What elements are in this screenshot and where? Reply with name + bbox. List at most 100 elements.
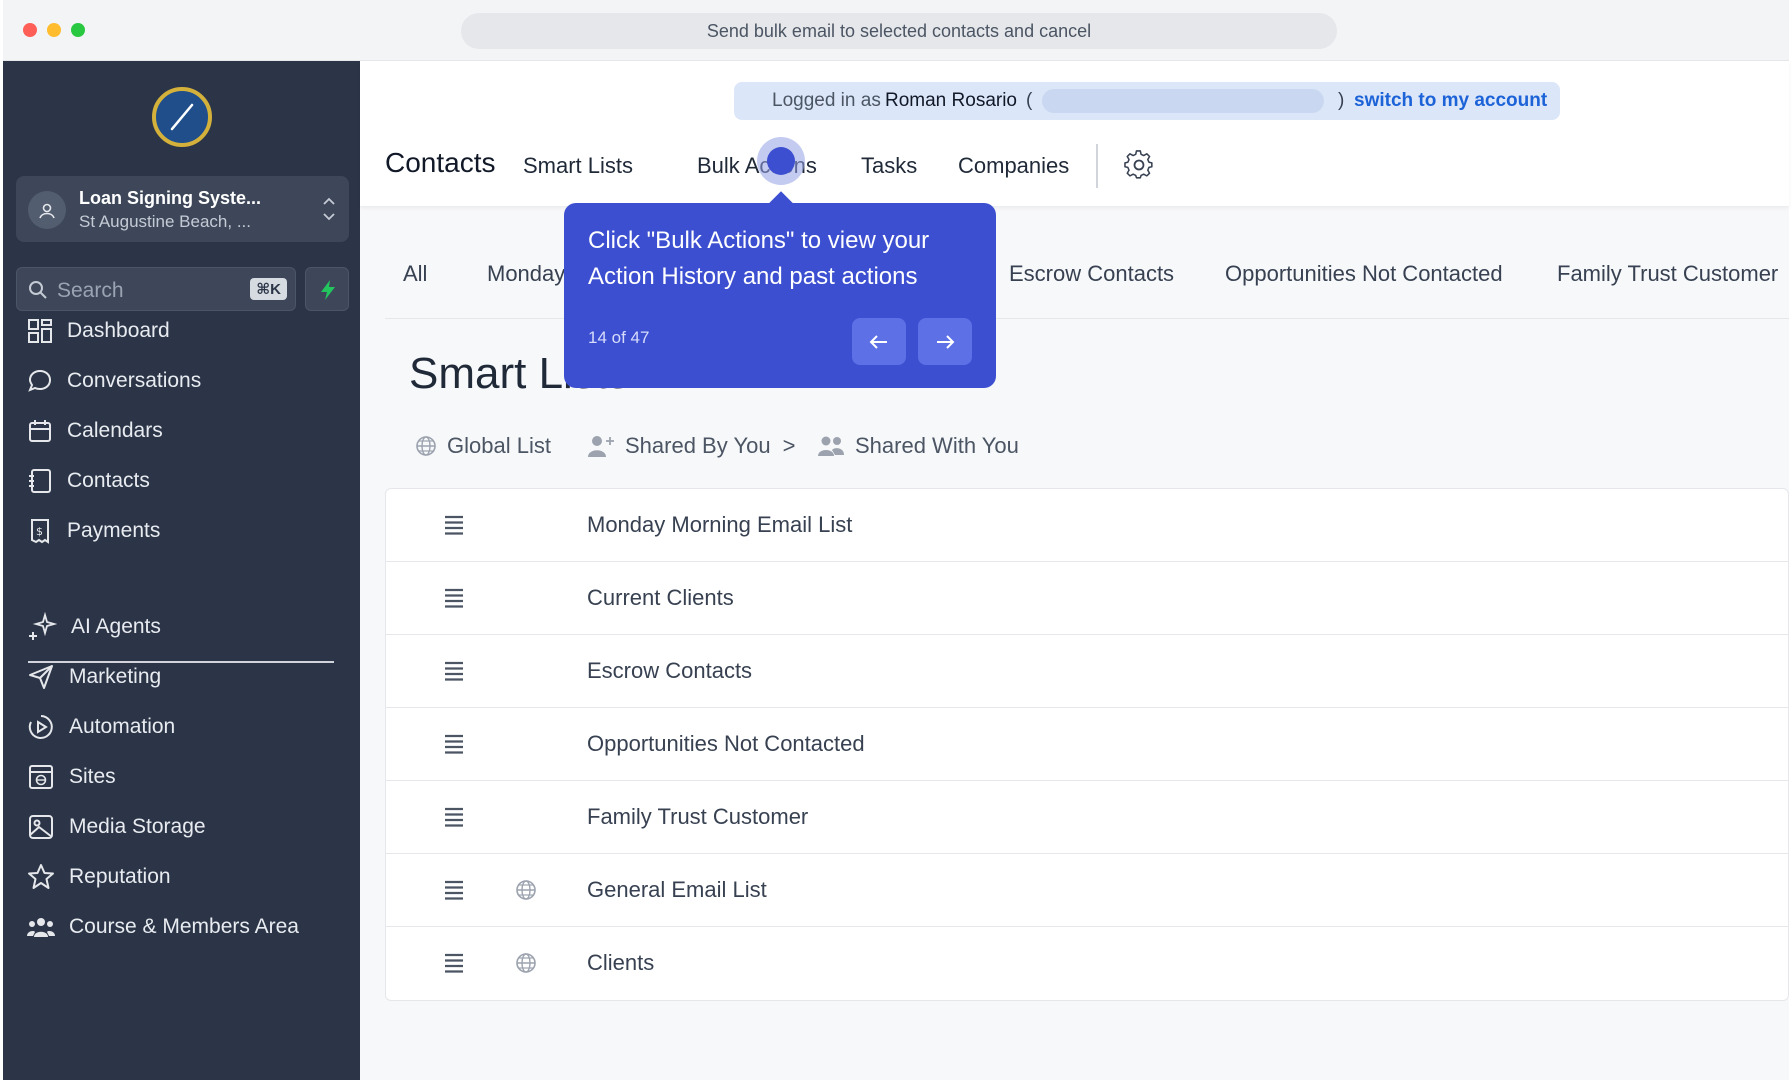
tooltip-prev-button[interactable] — [852, 318, 906, 365]
paper-plane-icon — [29, 665, 53, 689]
sidebar-item-label: Course & Members Area — [69, 915, 299, 938]
dashboard-icon — [28, 319, 52, 343]
filter-global-list[interactable]: Global List — [415, 431, 551, 461]
list-menu-icon[interactable] — [443, 806, 465, 828]
sidebar-item-label: Calendars — [67, 419, 163, 442]
star-icon — [28, 864, 54, 889]
impersonation-banner: Logged in as Roman Rosario ( ) switch to… — [734, 82, 1560, 120]
sidebar-item-media-storage[interactable]: Media Storage — [27, 807, 347, 847]
header-divider — [1096, 144, 1098, 188]
play-circle-icon — [28, 715, 53, 739]
location-pin-icon — [39, 203, 55, 219]
tooltip-next-button[interactable] — [918, 318, 972, 365]
contacts-book-icon — [29, 469, 51, 493]
sidebar-item-label: Dashboard — [67, 319, 170, 342]
table-row[interactable]: Opportunities Not Contacted — [386, 708, 1788, 781]
sidebar-item-label: Sites — [69, 765, 116, 788]
filter-label: Global List — [447, 433, 551, 458]
filter-shared-with-you[interactable]: Shared With You — [817, 431, 1019, 461]
sidebar-item-label: Media Storage — [69, 815, 206, 838]
tab-tasks[interactable]: Tasks — [861, 153, 917, 179]
tab-companies[interactable]: Companies — [958, 153, 1069, 179]
list-tab-family-trust-customer[interactable]: Family Trust Customer — [1557, 261, 1778, 287]
tab-smart-lists[interactable]: Smart Lists — [523, 153, 633, 179]
list-menu-icon[interactable] — [443, 879, 465, 901]
walkthrough-hotspot-dot[interactable] — [767, 147, 795, 175]
sidebar-item-marketing[interactable]: Marketing — [27, 657, 347, 697]
list-tab-monday[interactable]: Monday — [487, 261, 565, 287]
sidebar-item-calendars[interactable]: Calendars — [27, 411, 347, 451]
smart-list-name[interactable]: Escrow Contacts — [587, 658, 752, 684]
search-icon — [29, 281, 47, 299]
chevron-updown-icon — [323, 197, 335, 221]
list-tab-all[interactable]: All — [403, 261, 427, 287]
table-row[interactable]: Current Clients — [386, 562, 1788, 635]
table-row[interactable]: Monday Morning Email List — [386, 489, 1788, 562]
smart-list-name[interactable]: Opportunities Not Contacted — [587, 731, 865, 757]
filter-label: Shared By You — [625, 433, 771, 458]
users-group-icon — [27, 918, 55, 937]
web-page-icon — [29, 765, 53, 789]
receipt-icon: $ — [31, 519, 49, 544]
browser-titlebar: Send bulk email to selected contacts and… — [3, 0, 1789, 61]
search-placeholder: Search — [57, 279, 124, 302]
sidebar-item-reputation[interactable]: Reputation — [27, 857, 347, 897]
sidebar-item-sites[interactable]: Sites — [27, 757, 347, 797]
smart-list-name[interactable]: General Email List — [587, 877, 767, 903]
smart-list-name[interactable]: Current Clients — [587, 585, 734, 611]
close-window-button[interactable] — [23, 23, 37, 37]
quick-actions-button[interactable] — [305, 267, 349, 311]
table-row[interactable]: Clients — [386, 927, 1788, 1000]
smart-list-name[interactable]: Monday Morning Email List — [587, 512, 852, 538]
company-logo[interactable] — [152, 87, 212, 147]
sidebar: Loan Signing Syste... St Augustine Beach… — [3, 61, 360, 1080]
arrow-right-icon — [937, 334, 955, 349]
table-row[interactable]: Family Trust Customer — [386, 781, 1788, 854]
list-menu-icon[interactable] — [443, 952, 465, 974]
sidebar-item-label: Marketing — [69, 665, 162, 688]
list-menu-icon[interactable] — [443, 587, 465, 609]
sidebar-item-label: Automation — [69, 715, 176, 738]
table-row[interactable]: General Email List — [386, 854, 1788, 927]
sidebar-item-contacts[interactable]: Contacts — [27, 461, 347, 501]
sidebar-item-label: Reputation — [69, 865, 171, 888]
logged-in-user: Roman Rosario — [885, 90, 1017, 111]
svg-text:$: $ — [36, 525, 43, 538]
list-menu-icon[interactable] — [443, 660, 465, 682]
sidebar-item-automation[interactable]: Automation — [27, 707, 347, 747]
tooltip-step-counter: 14 of 47 — [588, 328, 650, 347]
list-menu-icon[interactable] — [443, 733, 465, 755]
sidebar-item-label: Conversations — [67, 369, 202, 392]
list-menu-icon[interactable] — [443, 514, 465, 536]
logged-in-prefix: Logged in as — [772, 90, 881, 111]
sidebar-item-ai-agents[interactable]: AI Agents — [27, 607, 347, 647]
list-tab-opportunities-not-contacted[interactable]: Opportunities Not Contacted — [1225, 261, 1503, 287]
smart-list-name[interactable]: Clients — [587, 950, 654, 976]
walkthrough-tooltip: Click "Bulk Actions" to view your Action… — [564, 203, 996, 388]
paren-open: ( — [1026, 90, 1033, 111]
minimize-window-button[interactable] — [47, 23, 61, 37]
smart-lists-table: Monday Morning Email List Current Client… — [385, 488, 1789, 1001]
globe-icon — [416, 436, 436, 456]
smart-list-name[interactable]: Family Trust Customer — [587, 804, 808, 830]
list-tab-escrow-contacts[interactable]: Escrow Contacts — [1009, 261, 1174, 287]
filter-shared-by-you[interactable]: Shared By You > — [587, 431, 795, 461]
maximize-window-button[interactable] — [71, 23, 85, 37]
user-add-icon — [588, 436, 614, 457]
sidebar-item-payments[interactable]: $ Payments — [27, 511, 347, 551]
chat-bubble-icon — [28, 369, 52, 392]
sidebar-item-dashboard[interactable]: Dashboard — [27, 311, 347, 351]
sidebar-item-course-members-area[interactable]: Course & Members Area — [27, 907, 347, 947]
address-bar[interactable]: Send bulk email to selected contacts and… — [461, 13, 1337, 49]
account-switcher[interactable]: Loan Signing Syste... St Augustine Beach… — [16, 176, 349, 242]
switch-account-link[interactable]: switch to my account — [1354, 82, 1547, 120]
sparkle-icon — [29, 612, 57, 640]
search-shortcut-badge: ⌘K — [250, 278, 287, 300]
sidebar-item-conversations[interactable]: Conversations — [27, 361, 347, 401]
account-name: Loan Signing Syste... — [79, 188, 262, 208]
table-row[interactable]: Escrow Contacts — [386, 635, 1788, 708]
top-header: Logged in as Roman Rosario ( ) switch to… — [360, 61, 1789, 206]
gear-icon[interactable] — [1124, 150, 1154, 180]
sidebar-search[interactable]: Search ⌘K — [16, 267, 296, 311]
redacted-email — [1042, 89, 1324, 113]
